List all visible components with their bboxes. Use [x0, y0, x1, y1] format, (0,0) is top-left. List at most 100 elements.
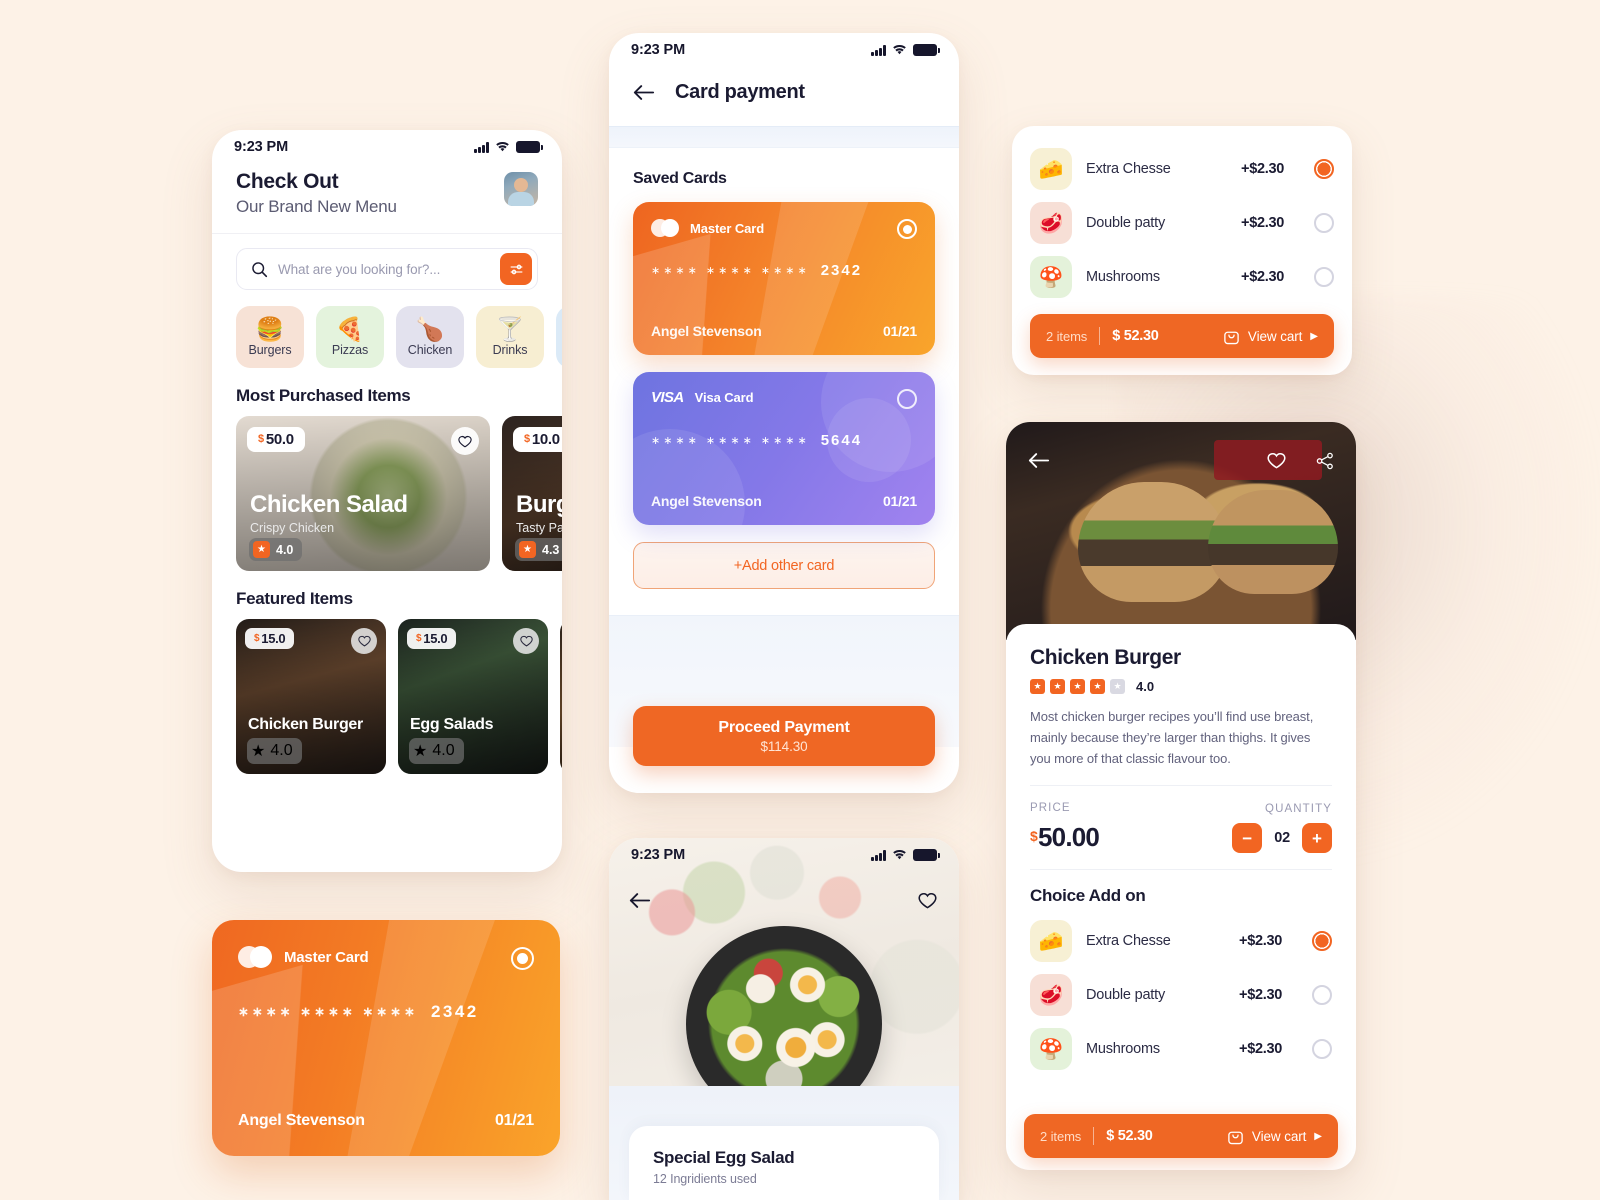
view-cart-bar[interactable]: 2 items $ 52.30 View cart ▶	[1030, 314, 1334, 358]
increase-button[interactable]: +	[1302, 823, 1332, 854]
patty-icon: 🥩	[1030, 974, 1072, 1017]
featured-list: $15.0 Chicken Burger ★ 4.0 $15.0 Egg Sal…	[212, 619, 562, 774]
product-card-chicken-salad[interactable]: $50.0 Chicken Salad Crispy Chicken ★ 4.0	[236, 416, 490, 571]
page-subtitle: Our Brand New Menu	[236, 197, 397, 216]
card-last4: 5644	[820, 432, 863, 449]
card-number: ∗∗∗∗ ∗∗∗∗ ∗∗∗∗ 5644	[651, 432, 862, 449]
mastercard-showcase[interactable]: Master Card ∗∗∗∗ ∗∗∗∗ ∗∗∗∗ 2342 Angel St…	[212, 920, 560, 1156]
card-select-radio[interactable]	[511, 947, 534, 970]
salad-hero-image: 9:23 PM	[609, 838, 959, 1086]
saved-card-mastercard[interactable]: Master Card ∗∗∗∗ ∗∗∗∗ ∗∗∗∗ 2342 Angel St…	[633, 202, 935, 355]
chevron-right-icon: ▶	[1314, 1130, 1322, 1142]
wifi-icon	[893, 44, 906, 55]
view-cart-bar[interactable]: 2 items $ 52.30 View cart ▶	[1024, 1114, 1338, 1158]
card-brand-label: Master Card	[284, 948, 369, 966]
card-last4: 2342	[820, 262, 863, 279]
view-cart-action[interactable]: View cart ▶	[1227, 1128, 1322, 1145]
favorite-button[interactable]	[351, 628, 377, 654]
addon-radio[interactable]	[1312, 931, 1332, 952]
featured-card-next[interactable]	[560, 619, 562, 774]
search-input[interactable]: What are you looking for?...	[278, 262, 490, 277]
addon-row[interactable]: 🍄 Mushrooms +$2.30	[1030, 250, 1334, 304]
divider	[1099, 327, 1101, 345]
favorite-button[interactable]	[918, 892, 937, 909]
product-title: Special Egg Salad	[653, 1148, 795, 1167]
heart-icon	[918, 893, 937, 909]
mastercard-logo-icon	[238, 946, 272, 968]
most-purchased-title: Most Purchased Items	[236, 386, 411, 405]
wifi-icon	[496, 141, 509, 152]
product-desc: Tasty Patty	[516, 521, 562, 535]
favorite-button[interactable]	[513, 628, 539, 654]
card-expiry: 01/21	[882, 323, 917, 339]
quantity-stepper[interactable]: − 02 +	[1232, 823, 1332, 854]
card-number: ∗∗∗∗ ∗∗∗∗ ∗∗∗∗ 2342	[238, 1002, 479, 1022]
card-last4: 2342	[430, 1002, 479, 1021]
payment-body: Saved Cards Master Card ∗∗∗∗ ∗∗∗∗ ∗∗∗∗ 2…	[609, 148, 959, 589]
favorite-button[interactable]	[1267, 452, 1286, 469]
featured-card-chicken-burger[interactable]: $15.0 Chicken Burger ★ 4.0	[236, 619, 386, 774]
addon-radio[interactable]	[1314, 159, 1334, 179]
view-cart-action[interactable]: View cart ▶	[1223, 328, 1318, 345]
decrease-button[interactable]: −	[1232, 823, 1263, 854]
card-holder: Angel Stevenson	[238, 1112, 365, 1129]
featured-card-egg-salads[interactable]: $15.0 Egg Salads ★ 4.0	[398, 619, 548, 774]
quantity-label: QUANTITY	[1265, 803, 1332, 816]
card-brand-row: Master Card	[238, 946, 369, 968]
price-value: $50.00	[1030, 822, 1100, 853]
search-bar[interactable]: What are you looking for?...	[236, 248, 538, 290]
back-button[interactable]	[1028, 452, 1050, 469]
rating-value: 4.0	[432, 742, 455, 759]
currency-symbol: $	[258, 433, 264, 445]
star-icon: ★	[253, 541, 270, 558]
addon-row[interactable]: 🧀 Extra Chesse +$2.30	[1030, 142, 1334, 196]
add-other-card-button[interactable]: +Add other card	[633, 542, 935, 589]
product-desc: Crispy Chicken	[250, 521, 335, 535]
currency-symbol: $	[1030, 828, 1038, 845]
back-button[interactable]	[629, 892, 651, 909]
cart-total: $ 52.30	[1112, 328, 1159, 344]
category-drinks[interactable]: 🍸 Drinks	[476, 306, 544, 368]
status-time: 9:23 PM	[631, 42, 686, 58]
filter-button[interactable]	[500, 253, 532, 285]
favorite-button[interactable]	[451, 427, 479, 455]
signal-icon	[474, 142, 489, 153]
addon-row[interactable]: 🍄 Mushrooms +$2.30	[1030, 1022, 1332, 1076]
category-burgers[interactable]: 🍔 Burgers	[236, 306, 304, 368]
proceed-payment-button[interactable]: Proceed Payment $114.30	[633, 706, 935, 766]
price-badge: $15.0	[245, 628, 295, 649]
back-button[interactable]	[633, 84, 655, 101]
saved-card-visa[interactable]: VISA Visa Card ∗∗∗∗ ∗∗∗∗ ∗∗∗∗ 5644 Angel…	[633, 372, 935, 525]
salad-plate-image	[686, 926, 882, 1086]
addon-row[interactable]: 🧀 Extra Chesse +$2.30	[1030, 914, 1332, 968]
price-badge: $10.0	[513, 427, 562, 452]
avatar[interactable]	[504, 172, 538, 206]
addon-row[interactable]: 🥩 Double patty +$2.30	[1030, 196, 1334, 250]
category-list: 🍔 Burgers 🍕 Pizzas 🍗 Chicken 🍸 Drinks	[212, 290, 562, 368]
addon-radio[interactable]	[1314, 267, 1334, 287]
checkout-header: Check Out Our Brand New Menu	[212, 164, 562, 234]
cheese-icon: 🧀	[1030, 148, 1072, 190]
star-icon: ★	[519, 541, 536, 558]
addon-row[interactable]: 🥩 Double patty +$2.30	[1030, 968, 1332, 1022]
category-chicken[interactable]: 🍗 Chicken	[396, 306, 464, 368]
addon-price: +$2.30	[1241, 269, 1284, 285]
addon-price: +$2.30	[1239, 987, 1282, 1004]
card-select-radio[interactable]	[897, 389, 917, 409]
egg-salad-screen: 9:23 PM Special Egg Salad 12 Ingridients…	[609, 838, 959, 1200]
proceed-amount: $114.30	[760, 738, 808, 754]
burger-hero-image	[1006, 422, 1356, 640]
bag-icon	[1224, 331, 1239, 344]
share-button[interactable]	[1316, 452, 1334, 470]
category-next[interactable]	[556, 306, 562, 368]
rating-badge: ★ 4.0	[249, 538, 303, 561]
product-card-burger[interactable]: $10.0 Burger Tasty Patty ★ 4.3	[502, 416, 562, 571]
mastercard-logo-icon	[651, 219, 679, 237]
addon-radio[interactable]	[1314, 213, 1334, 233]
category-pizzas[interactable]: 🍕 Pizzas	[316, 306, 384, 368]
card-select-radio[interactable]	[897, 219, 917, 239]
star-icon: ★	[413, 743, 428, 760]
addon-radio[interactable]	[1312, 985, 1332, 1006]
status-icons	[871, 849, 940, 861]
addon-radio[interactable]	[1312, 1039, 1332, 1060]
